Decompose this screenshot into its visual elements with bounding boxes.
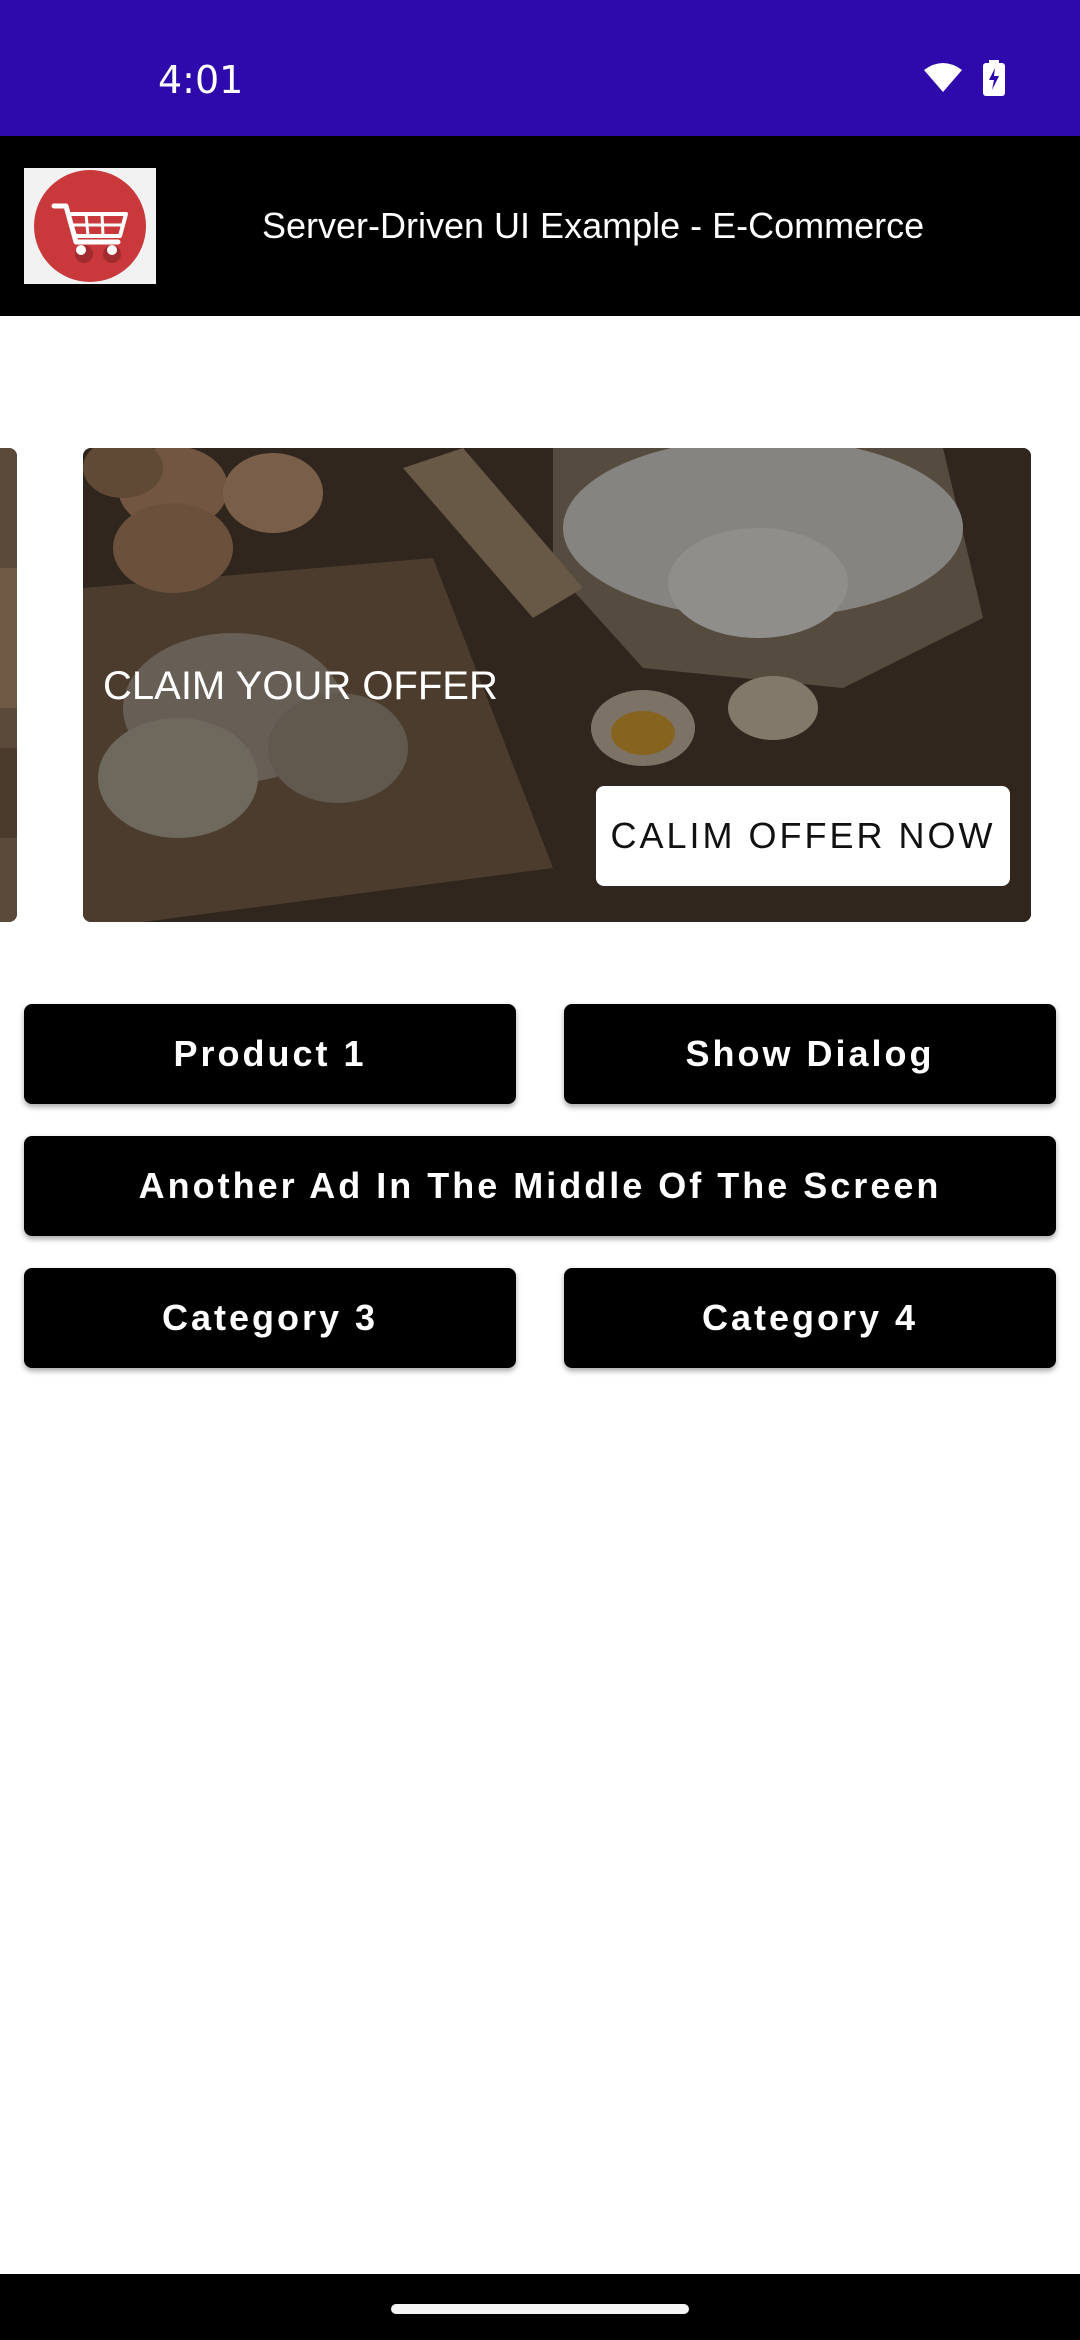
wifi-icon bbox=[923, 62, 963, 99]
navigation-bar bbox=[0, 2274, 1080, 2340]
battery-charging-icon bbox=[983, 60, 1005, 101]
show-dialog-button[interactable]: Show Dialog bbox=[564, 1004, 1056, 1104]
status-time: 4:01 bbox=[158, 58, 244, 102]
offer-banner[interactable]: CLAIM YOUR OFFER CALIM OFFER NOW bbox=[83, 448, 1031, 922]
app-bar: Server-Driven UI Example - E-Commerce bbox=[0, 136, 1080, 316]
claim-offer-button[interactable]: CALIM OFFER NOW bbox=[596, 786, 1010, 886]
app-logo[interactable] bbox=[24, 168, 156, 284]
status-bar: 4:01 bbox=[0, 0, 1080, 136]
category-4-button[interactable]: Category 4 bbox=[564, 1268, 1056, 1368]
shopping-cart-icon bbox=[34, 170, 146, 282]
home-gesture-handle[interactable] bbox=[391, 2304, 689, 2314]
app-title: Server-Driven UI Example - E-Commerce bbox=[262, 205, 925, 246]
category-3-button[interactable]: Category 3 bbox=[24, 1268, 516, 1368]
status-icons bbox=[923, 60, 1005, 101]
middle-ad-button[interactable]: Another Ad In The Middle Of The Screen bbox=[24, 1136, 1056, 1236]
product-1-button[interactable]: Product 1 bbox=[24, 1004, 516, 1104]
carousel-previous-card[interactable] bbox=[0, 448, 17, 922]
banner-headline: CLAIM YOUR OFFER bbox=[103, 664, 498, 708]
